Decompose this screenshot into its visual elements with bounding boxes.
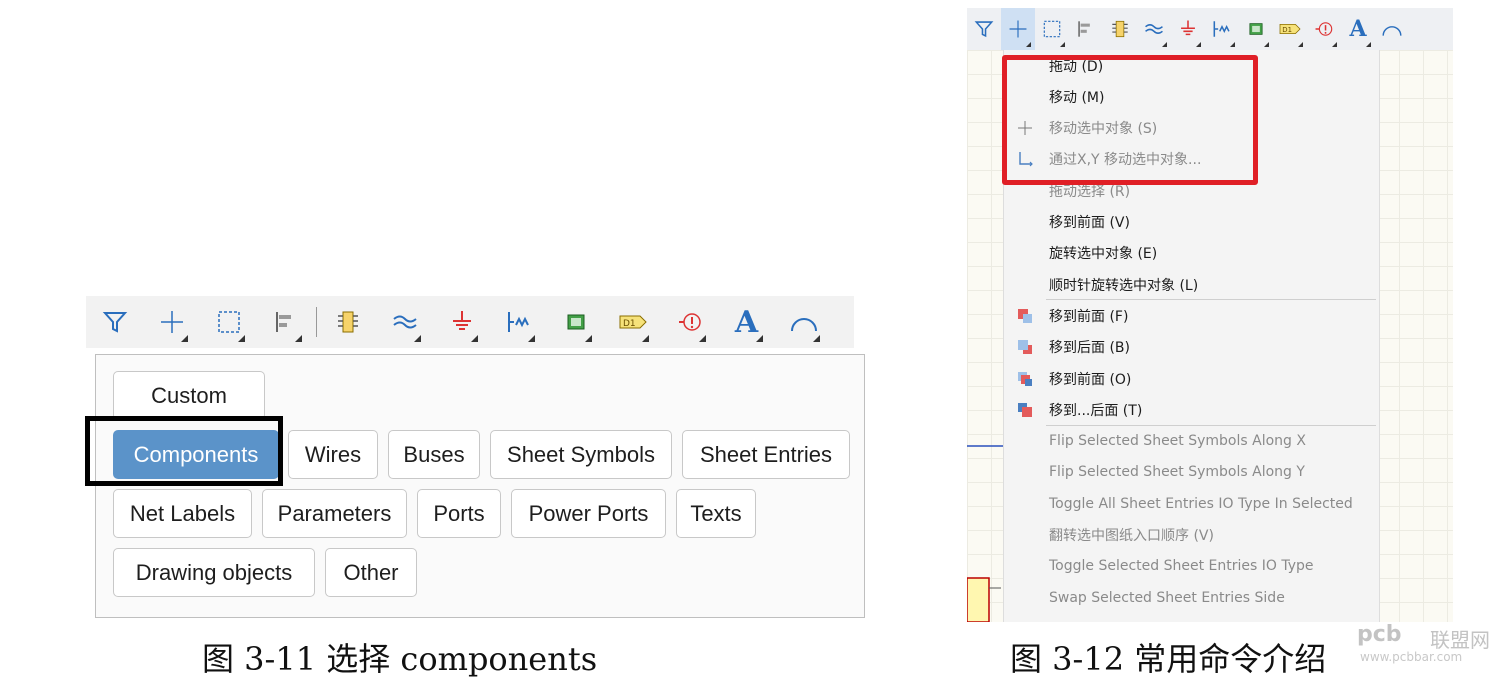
- move-icon[interactable]: [143, 296, 200, 348]
- chip-buses[interactable]: Buses: [388, 430, 480, 479]
- toolbar-left: D1 A: [86, 296, 854, 348]
- chip-parameters[interactable]: Parameters: [262, 489, 407, 538]
- chip-other[interactable]: Other: [325, 548, 417, 597]
- directive-icon[interactable]: [1307, 8, 1341, 50]
- text-icon[interactable]: A: [718, 296, 775, 348]
- menu-item-label: Flip Selected Sheet Symbols Along Y: [1049, 464, 1305, 481]
- ground-icon[interactable]: [433, 296, 490, 348]
- arc-icon[interactable]: [1375, 8, 1409, 50]
- schematic-fragment: [967, 445, 1003, 622]
- menu-item-bring-to-front-f[interactable]: 移到前面 (F): [1004, 300, 1379, 331]
- figure-3-11: D1 A Custom Components Wires Buses Sheet…: [85, 296, 866, 622]
- object-filter-panel: Custom Components Wires Buses Sheet Symb…: [95, 354, 865, 618]
- menu-item-toggle-all-sheet-entries-io[interactable]: Toggle All Sheet Entries IO Type In Sele…: [1004, 488, 1379, 519]
- select-rect-icon[interactable]: [200, 296, 257, 348]
- chip-wires[interactable]: Wires: [288, 430, 378, 479]
- chip-drawing-objects[interactable]: Drawing objects: [113, 548, 315, 597]
- net-port-icon[interactable]: D1: [604, 296, 661, 348]
- menu-item-flip-sheet-symbols-x[interactable]: Flip Selected Sheet Symbols Along X: [1004, 426, 1379, 457]
- menu-item-flip-sheet-symbols-y[interactable]: Flip Selected Sheet Symbols Along Y: [1004, 457, 1379, 488]
- svg-text:D1: D1: [1282, 26, 1292, 34]
- menu-item-icon: [1016, 338, 1034, 356]
- text-icon[interactable]: A: [1341, 8, 1375, 50]
- arc-icon[interactable]: [775, 296, 832, 348]
- wire-icon[interactable]: [1137, 8, 1171, 50]
- menu-item-label: 移到前面 (V): [1049, 215, 1130, 231]
- svg-text:D1: D1: [623, 319, 636, 329]
- directive-icon[interactable]: [661, 296, 718, 348]
- menu-item-icon: [1016, 370, 1034, 388]
- chip-ports[interactable]: Ports: [417, 489, 501, 538]
- menu-item-send-to-back[interactable]: 移到后面 (B): [1004, 332, 1379, 363]
- menu-item-label: Toggle Selected Sheet Entries IO Type: [1049, 558, 1314, 575]
- net-port-icon[interactable]: D1: [1273, 8, 1307, 50]
- bus-entry-icon[interactable]: [490, 296, 547, 348]
- menu-item-icon: [1016, 401, 1034, 419]
- menu-item-label: Toggle All Sheet Entries IO Type In Sele…: [1049, 495, 1353, 512]
- select-rect-icon[interactable]: [1035, 8, 1069, 50]
- menu-item-label: 移到前面 (O): [1049, 371, 1132, 388]
- caption-fig-3-12: 图 3-12 常用命令介绍: [1010, 640, 1327, 678]
- filter-icon[interactable]: [86, 296, 143, 348]
- align-icon[interactable]: [257, 296, 314, 348]
- menu-item-label: 翻转选中图纸入口顺序 (V): [1049, 528, 1214, 544]
- component-icon[interactable]: [319, 296, 376, 348]
- bus-entry-icon[interactable]: [1205, 8, 1239, 50]
- menu-item-icon: [1016, 307, 1034, 325]
- move-commands-highlight-box: [1002, 55, 1258, 185]
- menu-item-label: 移到后面 (B): [1049, 340, 1130, 357]
- watermark-brand-cn: 联盟网: [1430, 628, 1490, 652]
- menu-item-toggle-sheet-entries-io[interactable]: Toggle Selected Sheet Entries IO Type: [1004, 551, 1379, 582]
- menu-separator: [1046, 424, 1376, 426]
- move-icon[interactable]: [1001, 8, 1035, 50]
- menu-item-rotate-selection-clockwise[interactable]: 顺时针旋转选中对象 (L): [1004, 269, 1379, 300]
- menu-item-label: 顺时针旋转选中对象 (L): [1049, 277, 1199, 294]
- components-highlight-box: [85, 416, 283, 486]
- menu-item-swap-sheet-entries-side[interactable]: Swap Selected Sheet Entries Side: [1004, 582, 1379, 613]
- menu-item-label: Swap Selected Sheet Entries Side: [1049, 589, 1285, 606]
- menu-item-label: 移到...后面 (T): [1049, 402, 1143, 419]
- menu-item-bring-to-front[interactable]: 移到前面 (V): [1004, 207, 1379, 238]
- watermark-logo: pcb: [1357, 622, 1402, 647]
- menu-item-label: 旋转选中对象 (E): [1049, 246, 1158, 263]
- toolbar-separator: [316, 307, 317, 337]
- chip-sheet-symbols[interactable]: Sheet Symbols: [490, 430, 672, 479]
- menu-item-bring-to-front-of[interactable]: 移到前面 (O): [1004, 363, 1379, 394]
- chip-power-ports[interactable]: Power Ports: [511, 489, 666, 538]
- menu-item-label: 移到前面 (F): [1049, 308, 1129, 325]
- watermark-url: www.pcbbar.com: [1360, 650, 1463, 664]
- chip-net-labels[interactable]: Net Labels: [113, 489, 252, 538]
- menu-item-label: Flip Selected Sheet Symbols Along X: [1049, 433, 1306, 450]
- align-icon[interactable]: [1069, 8, 1103, 50]
- text-glyph: A: [734, 304, 759, 340]
- text-glyph: A: [1349, 16, 1367, 42]
- menu-separator: [1046, 299, 1376, 301]
- menu-item-reverse-sheet-entries-order[interactable]: 翻转选中图纸入口顺序 (V): [1004, 520, 1379, 551]
- caption-fig-3-11: 图 3-11 选择 components: [202, 640, 598, 678]
- sheet-symbol-icon[interactable]: [1239, 8, 1273, 50]
- sheet-symbol-icon[interactable]: [547, 296, 604, 348]
- menu-item-send-to-back-of[interactable]: 移到...后面 (T): [1004, 394, 1379, 425]
- chip-sheet-entries[interactable]: Sheet Entries: [682, 430, 850, 479]
- toolbar-right: D1 A: [967, 8, 1453, 50]
- figure-3-12: D1 A 拖动 (D) 移动 (M) 移动选中对象 (S) 通过X,Y 移动选中对象.…: [967, 8, 1453, 622]
- filter-icon[interactable]: [967, 8, 1001, 50]
- wire-icon[interactable]: [376, 296, 433, 348]
- chip-custom[interactable]: Custom: [113, 371, 265, 420]
- menu-item-rotate-selection[interactable]: 旋转选中对象 (E): [1004, 238, 1379, 269]
- ground-icon[interactable]: [1171, 8, 1205, 50]
- chip-texts[interactable]: Texts: [676, 489, 756, 538]
- component-icon[interactable]: [1103, 8, 1137, 50]
